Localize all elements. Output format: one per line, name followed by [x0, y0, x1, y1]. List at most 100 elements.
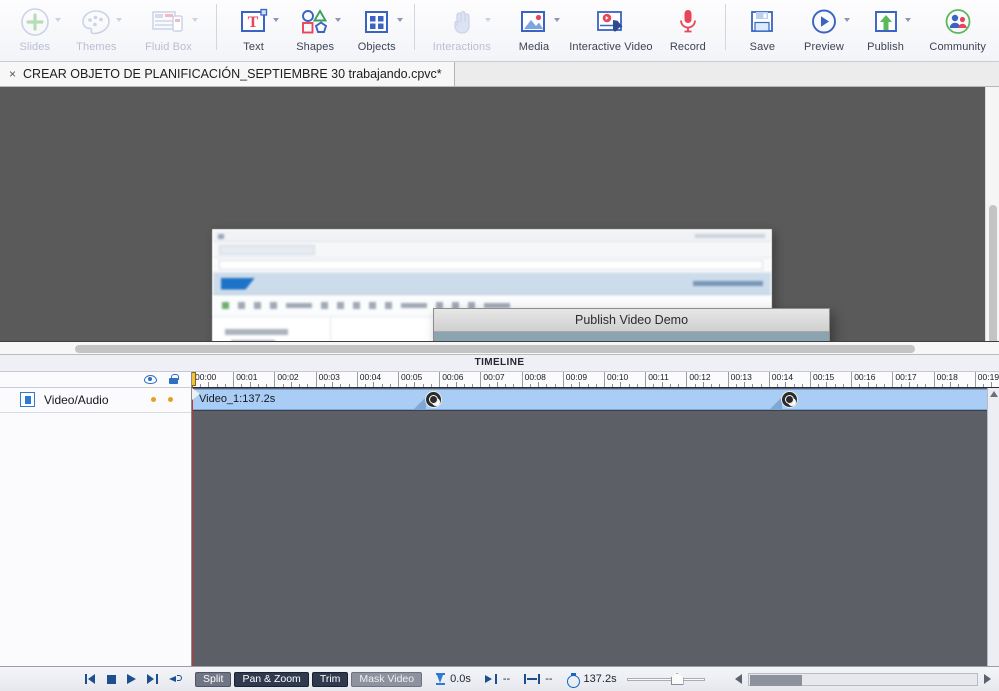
chevron-down-icon[interactable]	[192, 18, 198, 22]
eye-visibility-icon[interactable]	[144, 375, 157, 384]
timeline-tracks-area[interactable]: 00:0000:0100:0200:0300:0400:0500:0600:07…	[192, 372, 999, 667]
go-to-first-button[interactable]	[85, 674, 96, 684]
track-lock-dot[interactable]	[168, 397, 173, 402]
timeline-clip-lane[interactable]: Video_1:137.2s	[192, 388, 999, 411]
stop-button[interactable]	[107, 675, 116, 684]
toolbar-item-slides[interactable]: Slides	[4, 0, 66, 60]
publish-video-demo-dialog[interactable]: Publish Video Demo	[433, 308, 830, 341]
chevron-down-icon[interactable]	[485, 18, 491, 22]
ruler-minor-tick	[719, 384, 720, 387]
dialog-title: Publish Video Demo	[434, 309, 829, 332]
toolbar-item-record[interactable]: Record	[657, 0, 719, 60]
video-track-icon	[20, 392, 35, 407]
timeline-track-video-audio[interactable]: Video/Audio	[0, 388, 191, 413]
toolbar-item-save[interactable]: Save	[732, 0, 794, 60]
ruler-minor-tick	[571, 384, 572, 387]
timeline-zoom-slider[interactable]	[627, 673, 705, 685]
scroll-up-icon[interactable]	[990, 391, 998, 397]
chevron-down-icon[interactable]	[905, 18, 911, 22]
toolbar-item-objects[interactable]: Objects	[346, 0, 408, 60]
timeline-horizontal-scroll[interactable]	[735, 673, 991, 686]
duration-value: --	[545, 673, 552, 685]
ruler-tick: 00:17	[892, 372, 916, 388]
ruler-minor-tick	[497, 382, 498, 387]
play-button[interactable]	[127, 674, 136, 684]
volume-button[interactable]	[169, 674, 182, 685]
speaker-icon	[169, 674, 182, 685]
toolbar-label: Interactions	[433, 41, 491, 53]
community-people-icon	[944, 5, 972, 39]
ruler-minor-tick	[250, 382, 251, 387]
duration-field[interactable]: --	[524, 673, 552, 685]
ruler-minor-tick	[925, 384, 926, 387]
ruler-tick: 00:03	[316, 372, 340, 388]
toolbar-label: Community	[929, 41, 986, 53]
scroll-right-icon[interactable]	[984, 674, 991, 684]
toolbar-item-fluid-box[interactable]: Fluid Box	[127, 0, 210, 60]
ruler-minor-tick	[629, 384, 630, 387]
ruler-tick: 00:10	[604, 372, 628, 388]
timeline-header-toggles	[0, 372, 191, 388]
track-toggle-dots[interactable]	[151, 397, 178, 402]
timeline-scroll-track[interactable]	[748, 673, 978, 686]
pan-zoom-marker-1[interactable]	[424, 389, 445, 410]
chevron-down-icon[interactable]	[335, 18, 341, 22]
timeline-vertical-scrollbar[interactable]	[987, 388, 999, 667]
trim-button[interactable]: Trim	[312, 672, 349, 687]
chevron-down-icon[interactable]	[844, 18, 850, 22]
close-icon[interactable]: ×	[9, 68, 16, 80]
ruler-tick: 00:09	[563, 372, 587, 388]
ruler-minor-tick	[637, 384, 638, 387]
pan-zoom-marker-2[interactable]	[780, 389, 801, 410]
timeline-scroll-thumb[interactable]	[750, 675, 802, 686]
document-tab[interactable]: × CREAR OBJETO DE PLANIFICACIÓN_SEPTIEMB…	[0, 62, 455, 86]
go-to-last-button[interactable]	[147, 674, 158, 684]
stage-horizontal-scroll-thumb[interactable]	[75, 345, 915, 353]
slide-stage[interactable]: Publish Video Demo	[0, 87, 999, 341]
ruler-minor-tick	[991, 382, 992, 387]
ruler-minor-tick	[761, 384, 762, 387]
chevron-down-icon[interactable]	[273, 18, 279, 22]
timeline-playhead[interactable]	[192, 372, 193, 667]
ruler-minor-tick	[695, 384, 696, 387]
split-button[interactable]: Split	[195, 672, 231, 687]
ruler-minor-tick	[538, 382, 539, 387]
toolbar-item-publish[interactable]: Publish	[855, 0, 917, 60]
track-visibility-dot[interactable]	[151, 397, 156, 402]
ruler-minor-tick	[670, 384, 671, 387]
total-duration-field[interactable]: 137.2s	[567, 673, 617, 685]
toolbar-item-media[interactable]: Media	[503, 0, 565, 60]
chevron-down-icon[interactable]	[397, 18, 403, 22]
scroll-left-icon[interactable]	[735, 674, 742, 684]
pan-and-zoom-button[interactable]: Pan & Zoom	[234, 672, 308, 687]
playhead-time-field[interactable]: 0.0s	[436, 673, 471, 685]
toolbar-item-interactions[interactable]: Interactions	[420, 0, 503, 60]
ruler-minor-tick	[472, 384, 473, 387]
toolbar-item-text[interactable]: T Text	[223, 0, 285, 60]
toolbar-label: Publish	[867, 41, 904, 53]
magnifier-icon	[425, 391, 442, 408]
toolbar-item-community[interactable]: Community	[916, 0, 999, 60]
chevron-down-icon[interactable]	[116, 18, 122, 22]
playhead-handle[interactable]	[192, 372, 196, 386]
toolbar-item-preview[interactable]: Preview	[793, 0, 855, 60]
toolbar-label: Media	[519, 41, 549, 53]
timeline-ruler[interactable]: 00:0000:0100:0200:0300:0400:0500:0600:07…	[192, 372, 999, 388]
in-point-field[interactable]: --	[485, 673, 510, 685]
stage-vertical-scrollbar[interactable]	[985, 87, 999, 341]
toolbar-item-shapes[interactable]: Shapes	[284, 0, 346, 60]
stage-horizontal-scrollbar[interactable]	[0, 341, 999, 355]
mask-video-button[interactable]: Mask Video	[351, 672, 422, 687]
stage-vertical-scroll-thumb[interactable]	[989, 205, 997, 341]
toolbar-item-themes[interactable]: Themes	[66, 0, 128, 60]
zoom-slider-handle[interactable]	[671, 673, 684, 685]
timeline-clip-video1[interactable]: Video_1:137.2s	[192, 389, 999, 410]
toolbar-item-interactive-video[interactable]: Interactive Video	[565, 0, 657, 60]
chevron-down-icon[interactable]	[55, 18, 61, 22]
lock-icon[interactable]	[169, 374, 178, 384]
chevron-down-icon[interactable]	[554, 18, 560, 22]
playhead-time-value: 0.0s	[450, 673, 471, 685]
ruler-minor-tick	[530, 384, 531, 387]
ruler-minor-tick	[307, 384, 308, 387]
ruler-minor-tick	[390, 384, 391, 387]
